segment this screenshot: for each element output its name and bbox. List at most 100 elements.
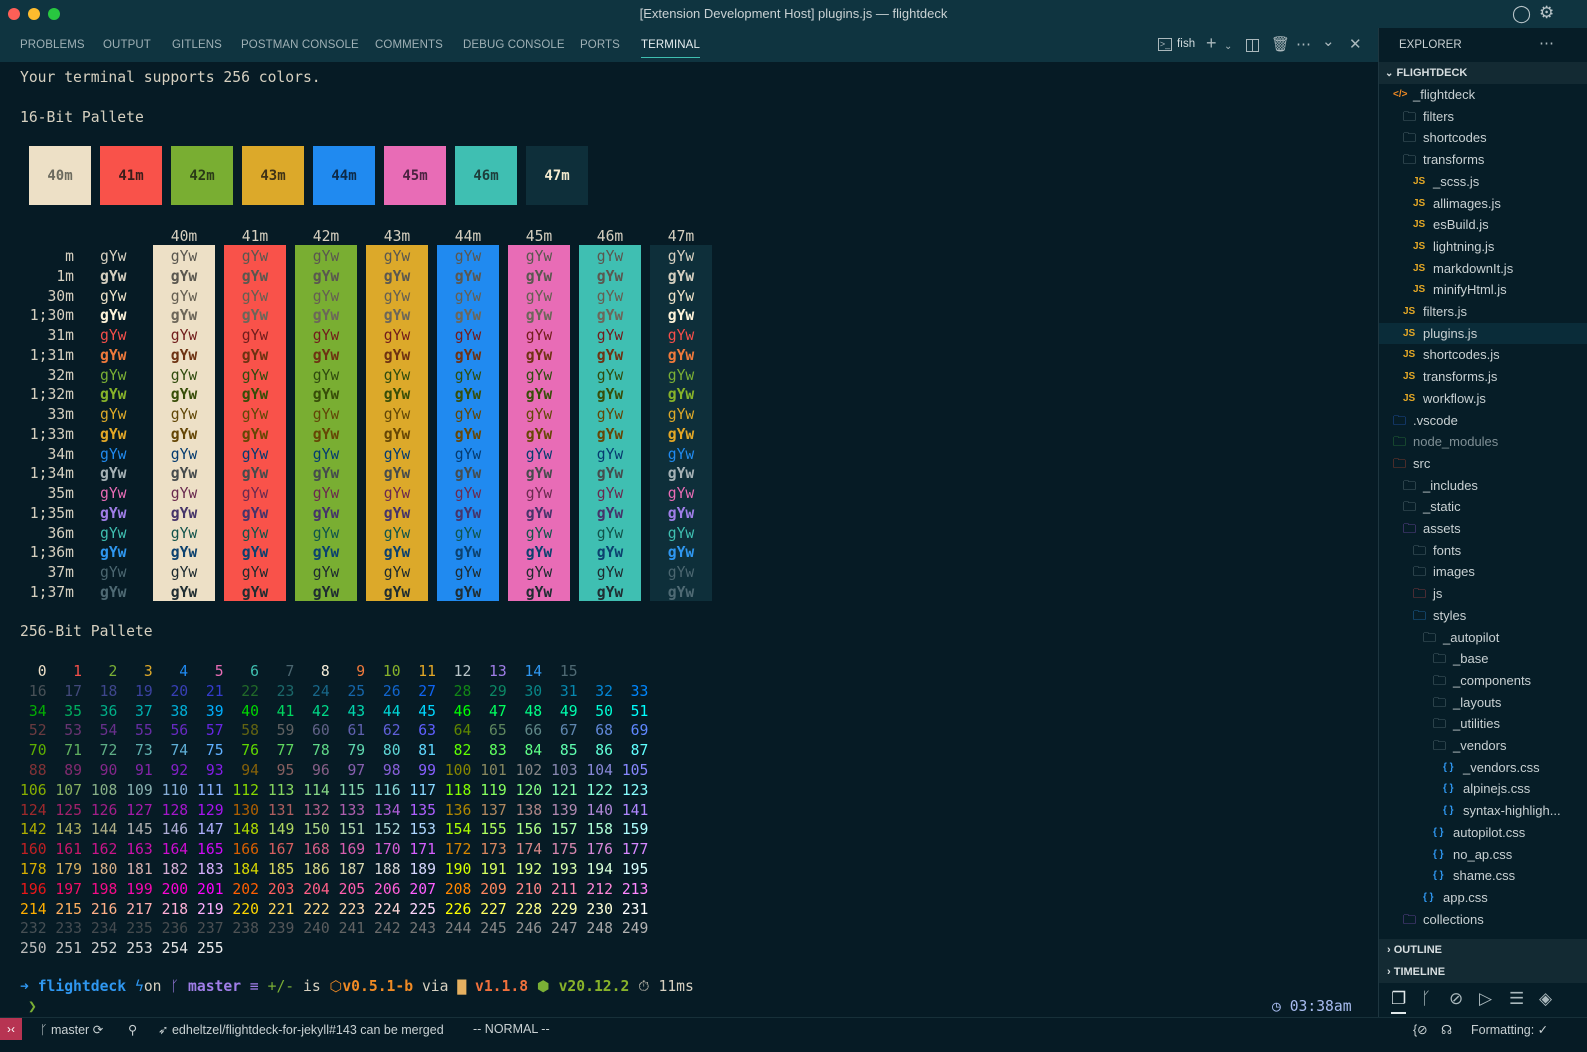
chevron-down-icon: ⌄ [1385, 68, 1394, 79]
tree-item-base[interactable]: 🗀 _base [1379, 648, 1587, 670]
tree-item-node-modules[interactable]: 🗀 node_modules [1379, 431, 1587, 453]
tree-item-assets[interactable]: 🗀 assets [1379, 518, 1587, 540]
column-header: 45m [525, 228, 553, 245]
palette-color-17: 17 [64, 682, 82, 700]
tree-item-allimages-js[interactable]: JS allimages.js [1379, 193, 1587, 215]
js-icon: JS [1403, 327, 1416, 339]
tab-debug-console[interactable]: DEBUG CONSOLE [463, 39, 565, 51]
palette-color-235: 235 [126, 920, 153, 938]
shell-name[interactable]: fish [1177, 38, 1195, 50]
tree-item-shortcodes-js[interactable]: JS shortcodes.js [1379, 344, 1587, 366]
terminal[interactable]: Your terminal supports 256 colors. 16-Bi… [0, 62, 1378, 1017]
tab-comments[interactable]: COMMENTS [375, 39, 443, 51]
css-icon: { } [1443, 761, 1454, 773]
tree-item-autopilot-css[interactable]: { } autopilot.css [1379, 822, 1587, 844]
new-terminal-button[interactable]: + [1206, 34, 1217, 52]
tab-problems[interactable]: PROBLEMS [20, 39, 85, 51]
palette-color-114: 114 [303, 781, 330, 799]
explorer-icon[interactable]: ❐ [1391, 989, 1407, 1014]
tree-item-workflow-js[interactable]: JS workflow.js [1379, 388, 1587, 410]
tab-output[interactable]: OUTPUT [103, 39, 151, 51]
tree-item-vendors[interactable]: 🗀 _vendors [1379, 735, 1587, 757]
trash-icon[interactable]: 🗑 [1271, 36, 1290, 54]
tree-item-minifyhtml-js[interactable]: JS minifyHtml.js [1379, 279, 1587, 301]
more-actions-icon[interactable]: ⋯ [1296, 36, 1311, 54]
palette-color-151: 151 [338, 821, 366, 839]
sample-cell: gYw [667, 583, 695, 601]
tree-item-esbuild-js[interactable]: JS esBuild.js [1379, 214, 1587, 236]
run-debug-icon[interactable]: ▷ [1479, 989, 1492, 1009]
pull-request-status[interactable]: ➶ edheltzel/flightdeck-for-jekyll#143 ca… [158, 1022, 444, 1037]
section-outline[interactable]: › OUTLINE [1379, 939, 1587, 961]
palette-color-189: 189 [409, 861, 436, 878]
tree-item-markdownit-js[interactable]: JS markdownIt.js [1379, 258, 1587, 280]
copilot-icon[interactable]: ☊ [1441, 1022, 1452, 1037]
tree-item-shortcodes[interactable]: 🗀 shortcodes [1379, 127, 1587, 149]
tree-item-transforms[interactable]: 🗀 transforms [1379, 149, 1587, 171]
tree-item-label: _static [1423, 499, 1461, 515]
tab-postman-console[interactable]: POSTMAN CONSOLE [241, 39, 359, 51]
tab-terminal[interactable]: TERMINAL [641, 39, 700, 58]
branch-status[interactable]: ᚴ master ⟳ [40, 1022, 103, 1037]
palette-color-44: 44 [382, 702, 401, 720]
tree-item-static[interactable]: 🗀 _static [1379, 496, 1587, 518]
palette-color-211: 211 [551, 880, 578, 898]
tree-item-styles[interactable]: 🗀 styles [1379, 605, 1587, 627]
tree-item-layouts[interactable]: 🗀 _layouts [1379, 692, 1587, 714]
chevron-down-icon[interactable]: ⌄ [1224, 38, 1232, 56]
formatting-status[interactable]: Formatting: ✓ [1471, 1022, 1548, 1037]
no-bracket-icon[interactable]: {⊘ [1413, 1022, 1428, 1037]
more-actions-icon[interactable]: ⋯ [1539, 34, 1554, 52]
tree-item-label: app.css [1443, 889, 1488, 905]
tree-item-images[interactable]: 🗀 images [1379, 561, 1587, 583]
css-icon: { } [1433, 826, 1444, 838]
account-icon[interactable]: ◯ [1512, 4, 1531, 24]
source-control-icon[interactable]: ᚴ [1421, 989, 1431, 1009]
tree-item-autopilot[interactable]: 🗀 _autopilot [1379, 627, 1587, 649]
tree-item-filters-js[interactable]: JS filters.js [1379, 301, 1587, 323]
tab-gitlens[interactable]: GITLENS [172, 39, 222, 51]
split-terminal-button[interactable] [1246, 39, 1259, 52]
tree-item-scss-js[interactable]: JS _scss.js [1379, 171, 1587, 193]
gear-icon[interactable]: ⚙ [1539, 3, 1554, 23]
palette-color-137: 137 [480, 801, 507, 819]
tree-item-flightdeck[interactable]: </> _flightdeck [1379, 84, 1587, 106]
palette-color-117: 117 [409, 781, 436, 799]
palette-color-37: 37 [135, 702, 153, 720]
tree-item-src[interactable]: 🗀 src [1379, 453, 1587, 475]
tree-item-transforms-js[interactable]: JS transforms.js [1379, 366, 1587, 388]
tree-item-vendors-css[interactable]: { } _vendors.css [1379, 757, 1587, 779]
tree-item-filters[interactable]: 🗀 filters [1379, 106, 1587, 128]
sample-cell: gYw [525, 248, 553, 265]
remote-button[interactable]: ›‹ [0, 1018, 22, 1040]
tree-item-components[interactable]: 🗀 _components [1379, 670, 1587, 692]
tree-item-app-css[interactable]: { } app.css [1379, 887, 1587, 909]
database-icon[interactable]: ☰ [1509, 989, 1524, 1009]
tree-item-shame-css[interactable]: { } shame.css [1379, 865, 1587, 887]
palette-color-205: 205 [338, 880, 366, 898]
tree-item-no-ap-css[interactable]: { } no_ap.css [1379, 844, 1587, 866]
tree-item-includes[interactable]: 🗀 _includes [1379, 475, 1587, 497]
tree-item-js[interactable]: 🗀 js [1379, 583, 1587, 605]
tree-item-vscode[interactable]: 🗀 .vscode [1379, 410, 1587, 432]
tree-item-fonts[interactable]: 🗀 fonts [1379, 540, 1587, 562]
layers-icon[interactable]: ◈ [1539, 989, 1552, 1009]
palette-color-5: 5 [214, 663, 224, 680]
title-bar: [Extension Development Host] plugins.js … [0, 0, 1587, 28]
tree-item-plugins-js[interactable]: JS plugins.js [1379, 322, 1587, 345]
tree-item-syntax-highligh[interactable]: { } syntax-highligh... [1379, 800, 1587, 822]
tree-item-utilities[interactable]: 🗀 _utilities [1379, 713, 1587, 735]
section-flightdeck[interactable]: ⌄ FLIGHTDECK [1379, 62, 1587, 84]
gitlens-icon[interactable]: ⚲ [128, 1022, 137, 1037]
tree-item-alpinejs-css[interactable]: { } alpinejs.css [1379, 778, 1587, 800]
tree-item-lightning-js[interactable]: JS lightning.js [1379, 236, 1587, 258]
no-debug-icon[interactable]: ⊘ [1449, 989, 1463, 1009]
folder-icon: 🗀 [1413, 564, 1427, 580]
sample-cell: gYw [454, 267, 482, 285]
section-timeline[interactable]: › TIMELINE [1379, 961, 1587, 983]
tab-ports[interactable]: PORTS [580, 39, 620, 51]
collapse-panel-icon[interactable]: ⌄ [1322, 33, 1335, 51]
sample-cell: gYw [383, 406, 411, 423]
close-panel-icon[interactable]: ✕ [1349, 36, 1362, 54]
tree-item-collections[interactable]: 🗀 collections [1379, 909, 1587, 931]
